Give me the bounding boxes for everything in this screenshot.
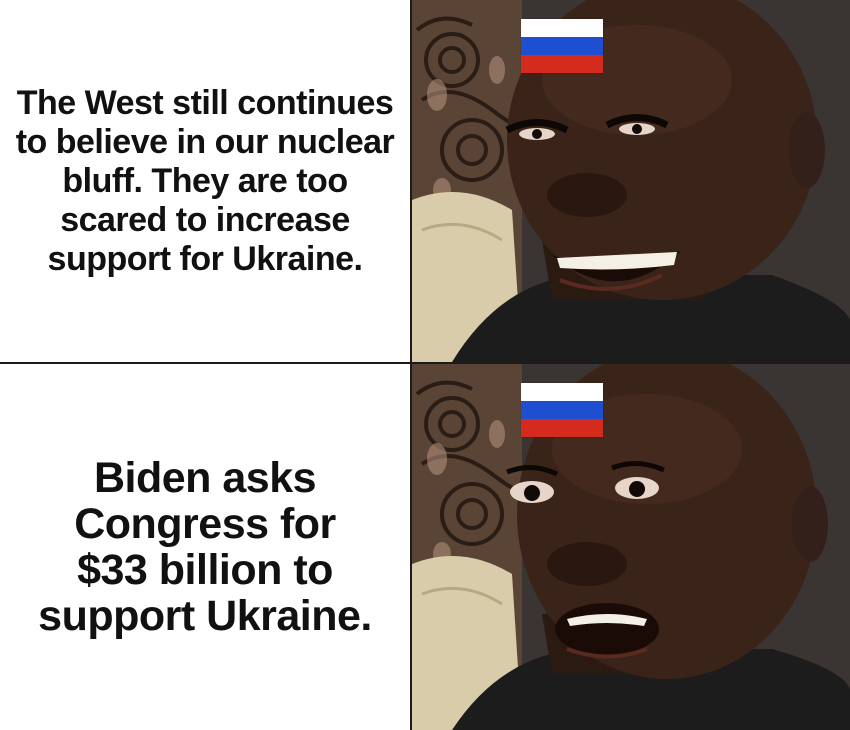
flag-red-stripe (521, 55, 603, 73)
flag-white-stripe (521, 19, 603, 37)
disappointed-face-photo (412, 364, 850, 730)
top-text-cell: The West still continues to believe in o… (0, 0, 410, 362)
happy-face-photo (412, 0, 850, 362)
top-caption: The West still continues to believe in o… (15, 83, 395, 278)
flag-blue-stripe (521, 37, 603, 55)
vertical-divider (410, 0, 412, 730)
bottom-text-cell: Biden asks Congress for $33 billion to s… (0, 364, 410, 730)
russian-flag-icon (521, 383, 603, 437)
horizontal-divider (0, 362, 850, 364)
top-panel: The West still continues to believe in o… (0, 0, 850, 362)
meme-image: The West still continues to believe in o… (0, 0, 850, 730)
flag-blue-stripe (521, 401, 603, 419)
flag-red-stripe (521, 419, 603, 437)
bottom-panel: Biden asks Congress for $33 billion to s… (0, 364, 850, 730)
flag-white-stripe (521, 383, 603, 401)
bottom-caption: Biden asks Congress for $33 billion to s… (38, 454, 372, 640)
russian-flag-icon (521, 19, 603, 73)
